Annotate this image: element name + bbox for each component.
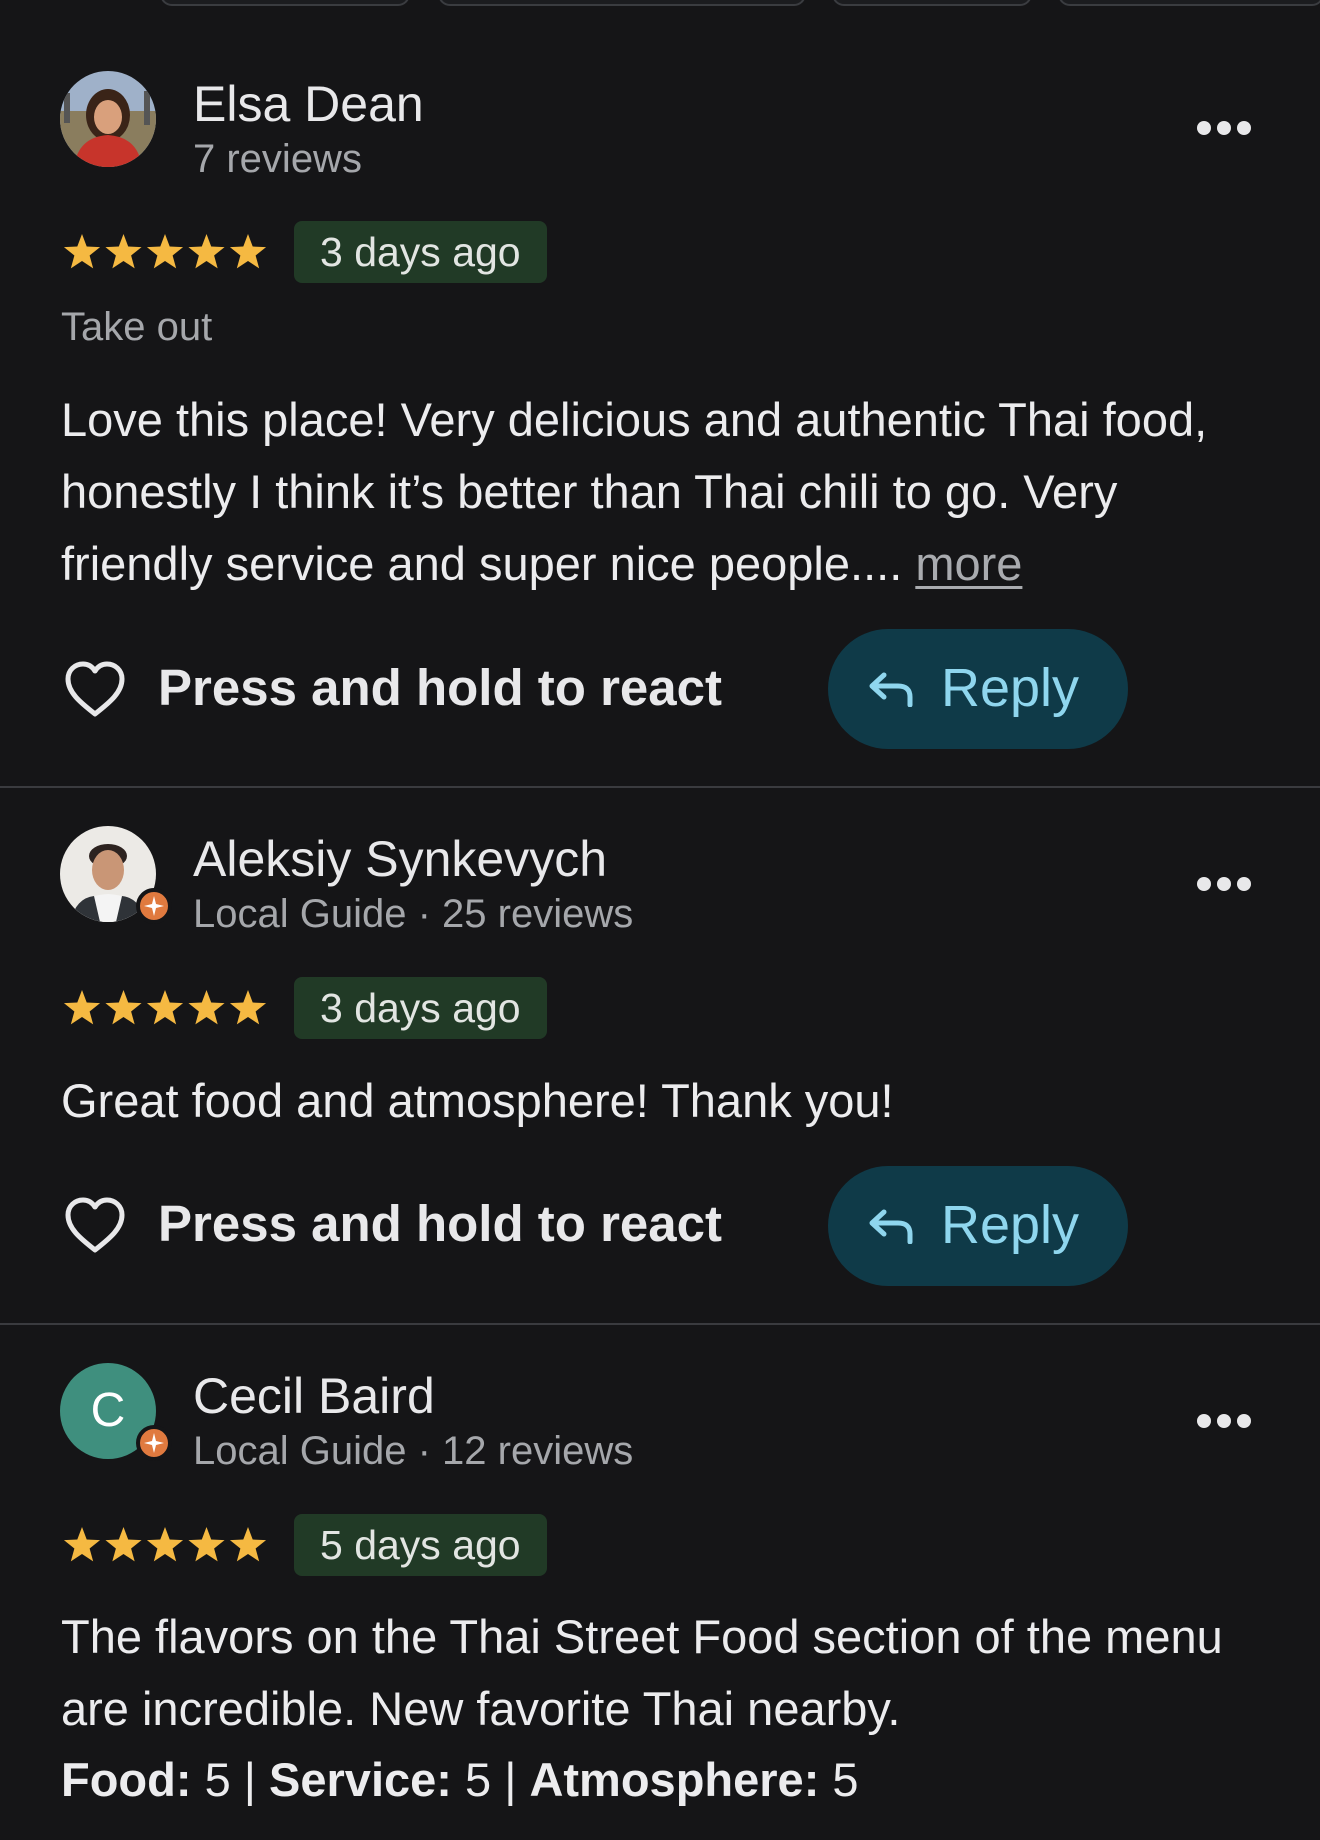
star-icon — [105, 234, 142, 269]
review-text: The flavors on the Thai Street Food sect… — [61, 1610, 1223, 1735]
reply-label: Reply — [941, 1195, 1080, 1255]
sub-rating-label: Atmosphere: — [529, 1753, 820, 1806]
divider — [0, 1323, 1320, 1325]
more-link[interactable]: more — [915, 537, 1022, 590]
reply-label: Reply — [941, 658, 1080, 718]
react-button[interactable]: Press and hold to react — [62, 630, 762, 750]
star-icon — [63, 234, 101, 269]
sub-rating-label: Service: — [269, 1753, 452, 1806]
sub-rating-label: Food: — [61, 1753, 192, 1806]
star-icon — [229, 990, 267, 1025]
star-icon — [63, 1527, 101, 1562]
reply-button[interactable]: Reply — [828, 629, 1128, 749]
more-horizontal-icon[interactable] — [1196, 874, 1252, 894]
heart-outline-icon — [65, 1197, 125, 1253]
avatar[interactable] — [60, 71, 156, 167]
review-date-badge: 5 days ago — [294, 1514, 547, 1576]
star-icon — [105, 990, 142, 1025]
react-button[interactable]: Press and hold to react — [62, 1166, 762, 1286]
star-icon — [188, 990, 225, 1025]
star-rating — [63, 990, 267, 1025]
star-rating — [63, 234, 267, 269]
local-guide-badge-icon — [136, 888, 172, 924]
star-icon — [146, 1527, 184, 1562]
service-type-tag: Take out — [61, 305, 213, 349]
react-label: Press and hold to react — [158, 659, 722, 716]
sub-rating-value: 5 — [832, 1753, 859, 1806]
more-horizontal-icon[interactable] — [1196, 118, 1252, 138]
reviewer-meta[interactable]: Local Guide · 12 reviews — [193, 1428, 633, 1474]
star-rating — [63, 1527, 267, 1562]
review-date-badge: 3 days ago — [294, 977, 547, 1039]
star-icon — [146, 990, 184, 1025]
avatar[interactable] — [60, 826, 172, 924]
review-text: Love this place! Very delicious and auth… — [61, 384, 1261, 600]
review-date-badge: 3 days ago — [294, 221, 547, 283]
reviewer-name[interactable]: Elsa Dean — [193, 76, 424, 132]
star-icon — [188, 1527, 225, 1562]
sub-rating-value: 5 — [465, 1753, 492, 1806]
divider — [0, 786, 1320, 788]
reviewer-name[interactable]: Aleksiy Synkevych — [193, 831, 607, 887]
review-card: Elsa Dean 7 reviews 3 days ago Take out … — [0, 0, 1320, 786]
react-label: Press and hold to react — [158, 1195, 722, 1252]
more-horizontal-icon[interactable] — [1196, 1411, 1252, 1431]
reviewer-name[interactable]: Cecil Baird — [193, 1368, 435, 1424]
star-icon — [229, 1527, 267, 1562]
sub-rating-separator: | — [230, 1753, 270, 1806]
profile-photo — [60, 71, 156, 167]
reply-arrow-icon — [869, 672, 913, 707]
heart-outline-icon — [65, 661, 125, 717]
reply-button[interactable]: Reply — [828, 1166, 1128, 1286]
local-guide-badge-icon — [136, 1425, 172, 1461]
star-icon — [146, 234, 184, 269]
reply-arrow-icon — [869, 1209, 913, 1244]
star-icon — [188, 234, 225, 269]
star-icon — [229, 234, 267, 269]
star-icon — [105, 1527, 142, 1562]
star-icon — [63, 990, 101, 1025]
sub-rating-separator: | — [491, 1753, 530, 1806]
sub-rating-value: 5 — [204, 1753, 231, 1806]
sub-ratings: Food: 5 | Service: 5 | Atmosphere: 5 — [61, 1750, 859, 1810]
reviewer-meta[interactable]: Local Guide · 25 reviews — [193, 891, 633, 937]
review-body: Love this place! Very delicious and auth… — [61, 393, 1208, 590]
avatar[interactable]: C — [60, 1363, 172, 1461]
reviewer-meta[interactable]: 7 reviews — [193, 136, 362, 182]
review-text: Great food and atmosphere! Thank you! — [61, 1074, 894, 1127]
